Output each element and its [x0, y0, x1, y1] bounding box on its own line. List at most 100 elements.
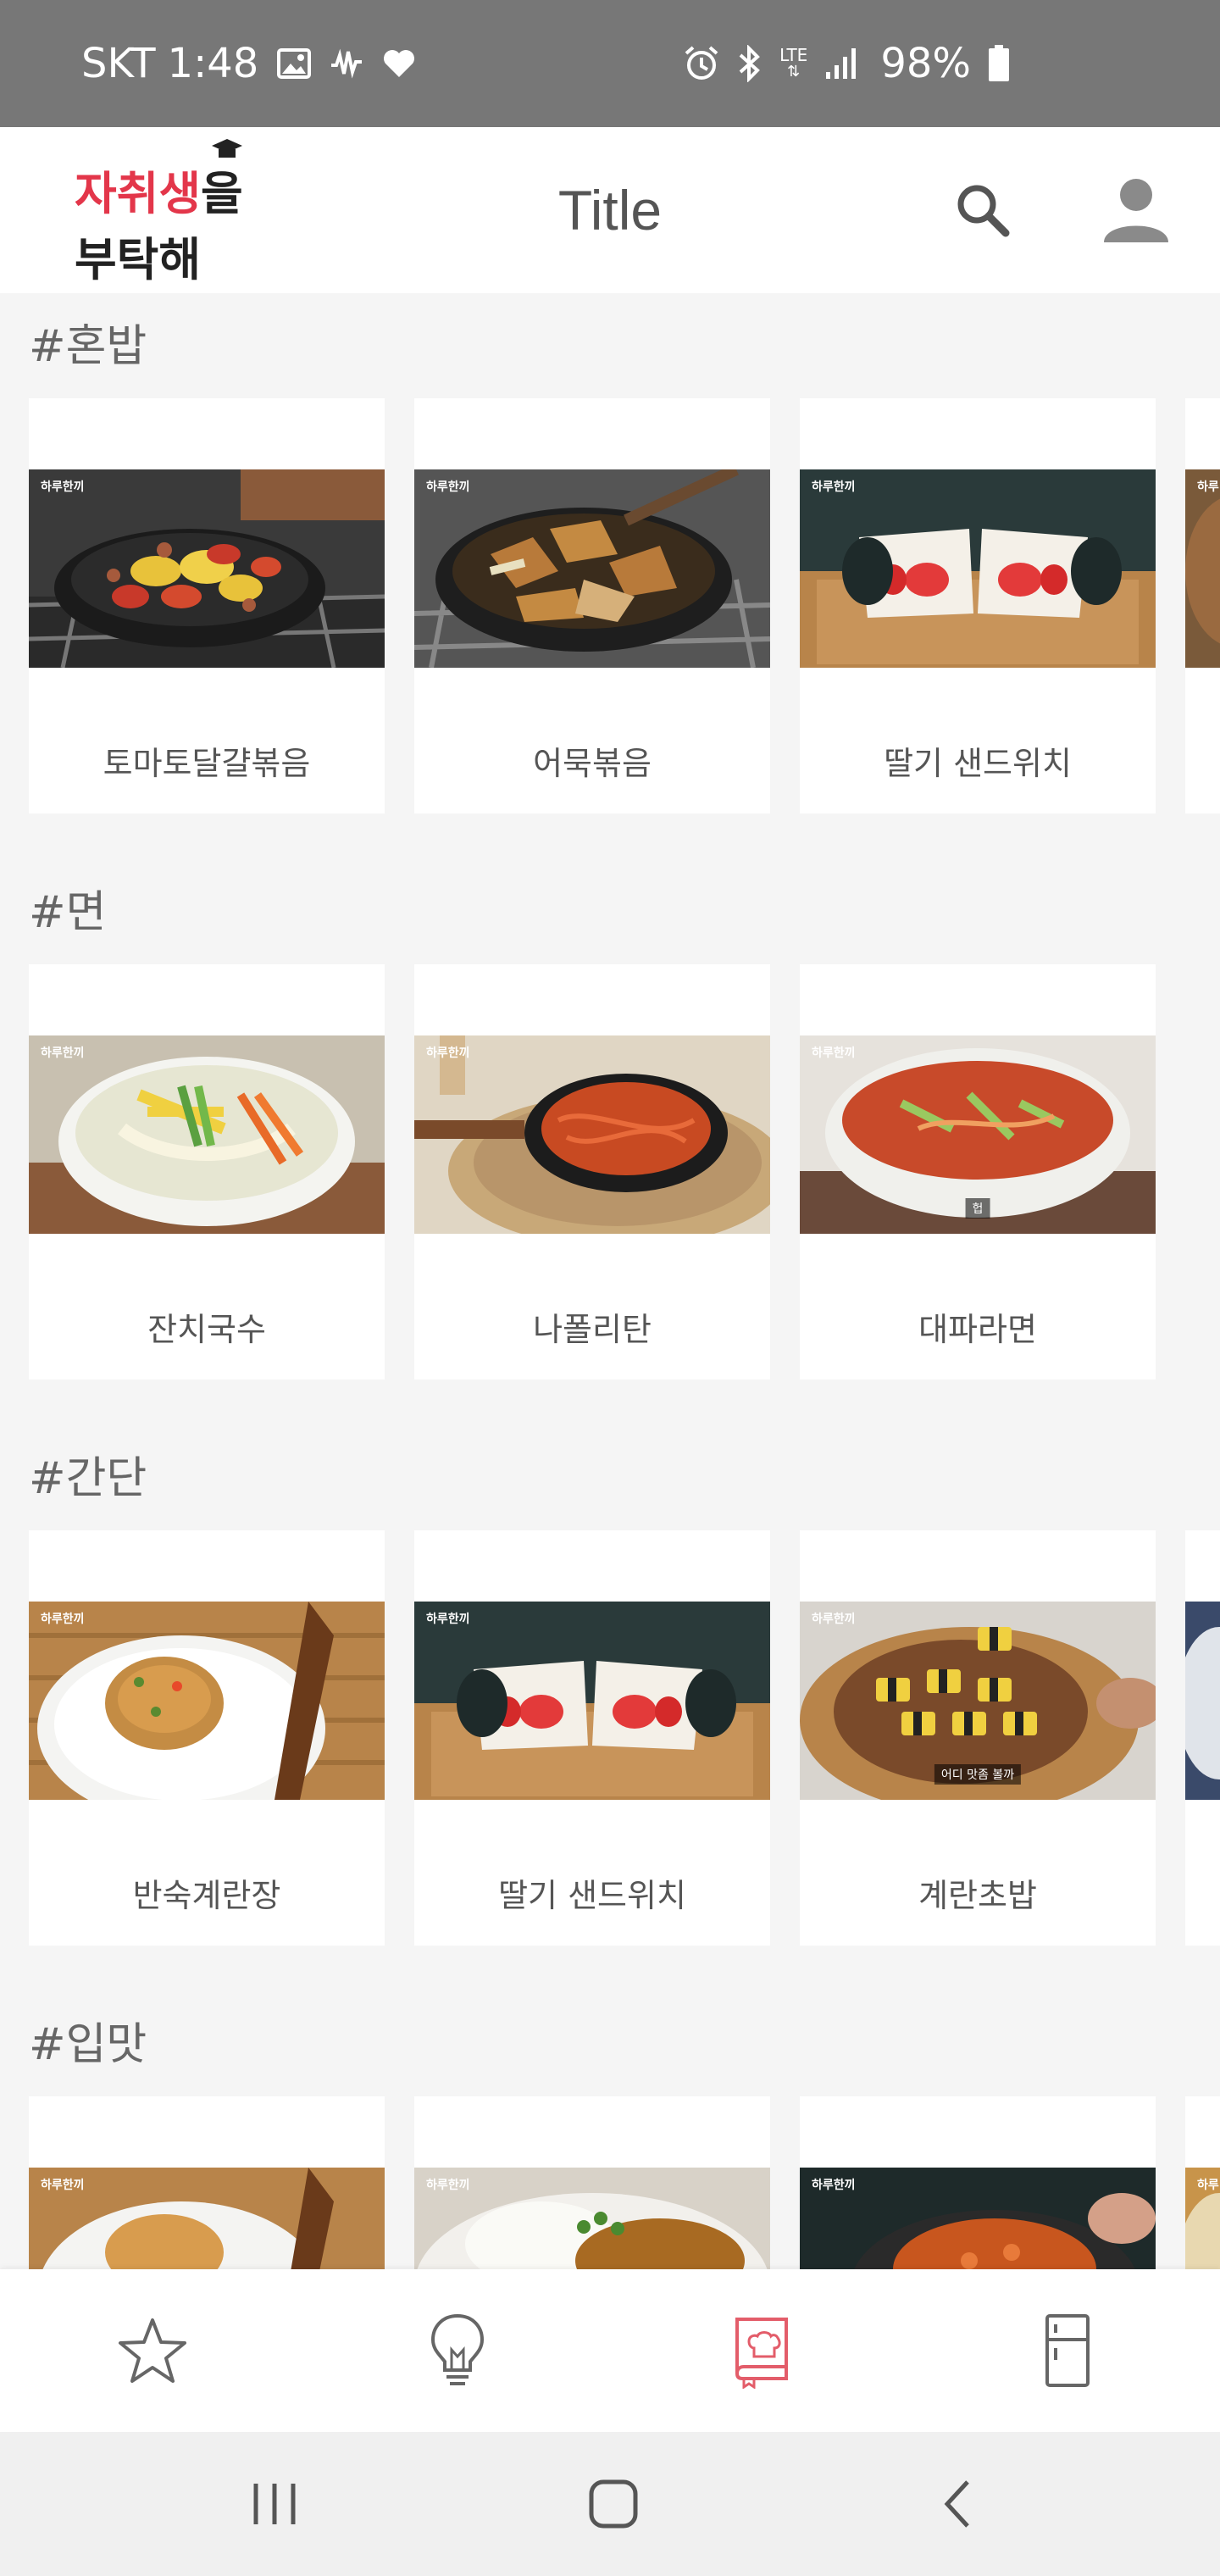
account-icon: [1104, 179, 1168, 242]
recipe-card[interactable]: 하루한끼: [29, 2096, 385, 2269]
nav-recipes[interactable]: [610, 2269, 915, 2432]
thumbnail-caption: 어디 맛좀 볼까: [934, 1764, 1022, 1785]
recipe-card[interactable]: 하루한끼 어묵볶음: [414, 398, 770, 813]
recipe-thumbnail: 하루한끼: [29, 2168, 385, 2269]
recipe-card[interactable]: 하루한끼: [414, 2096, 770, 2269]
recent-apps-button[interactable]: [190, 2432, 359, 2576]
home-icon: [589, 2479, 638, 2529]
battery-percent: 98%: [880, 40, 971, 87]
thumbnail-watermark: 하루: [1197, 480, 1219, 494]
thumbnail-watermark: 하루한끼: [426, 2179, 470, 2192]
recipe-thumbnail: 하루: [1185, 469, 1220, 668]
nav-tips[interactable]: [305, 2269, 610, 2432]
nav-refrigerator[interactable]: [915, 2269, 1220, 2432]
card-row[interactable]: 하루한끼 반숙계란장 하루한끼 딸기 샌드위치 하루한끼 어디 맛좀 볼까 계란…: [29, 1530, 1220, 1946]
recipe-card[interactable]: 하루한끼 딸기 샌드위치: [414, 1530, 770, 1946]
recipe-card[interactable]: 하루한끼 헙 대파라면: [800, 964, 1156, 1380]
home-button[interactable]: [529, 2432, 698, 2576]
recipe-card[interactable]: [1185, 1530, 1220, 1946]
card-row[interactable]: 하루한끼 하루한끼 하루한끼 하루: [29, 2096, 1220, 2269]
recipe-thumbnail: 하루한끼: [414, 469, 770, 668]
recipe-feed[interactable]: #혼밥 하루한끼 토마토달걀볶음 하루한끼 어묵볶음 하루한끼 딸기 샌드위치 …: [0, 293, 1220, 2269]
card-row[interactable]: 하루한끼 잔치국수 하루한끼 나폴리탄 하루한끼 헙 대파라면: [29, 964, 1220, 1380]
thumbnail-watermark: 하루한끼: [812, 1046, 856, 1060]
bottom-navigation: [0, 2269, 1220, 2432]
thumbnail-watermark: 하루한끼: [41, 480, 85, 494]
recipe-name: 계란초밥: [918, 1877, 1037, 1914]
recipe-card[interactable]: 하루: [1185, 398, 1220, 813]
section-title: #면: [29, 887, 107, 938]
search-button[interactable]: [949, 176, 1017, 244]
logo-text-line1: 자취생을: [75, 156, 243, 223]
battery-icon: [988, 45, 1010, 82]
section-simple: #간단 하루한끼 반숙계란장 하루한끼 딸기 샌드위치 하루한끼 어디 맛좀 볼…: [0, 1425, 1220, 1991]
recipe-card[interactable]: 하루: [1185, 2096, 1220, 2269]
recipe-thumbnail: 하루한끼: [29, 469, 385, 668]
recipe-thumbnail: [1185, 1602, 1220, 1800]
recent-apps-icon: [253, 2484, 296, 2524]
heart-icon: [382, 48, 416, 79]
card-row[interactable]: 하루한끼 토마토달걀볶음 하루한끼 어묵볶음 하루한끼 딸기 샌드위치 하루: [29, 398, 1220, 813]
logo-text-dark: 을: [201, 167, 243, 220]
section-honbap: #혼밥 하루한끼 토마토달걀볶음 하루한끼 어묵볶음 하루한끼 딸기 샌드위치 …: [0, 293, 1220, 859]
system-navigation-bar: [0, 2432, 1220, 2576]
page-title: Title: [557, 179, 663, 242]
recipe-book-icon: [735, 2318, 788, 2389]
bluetooth-icon: [737, 45, 762, 82]
recipe-name: 반숙계란장: [132, 1877, 281, 1914]
recipe-name: 어묵볶음: [533, 745, 652, 782]
section-title: #간단: [29, 1453, 147, 1504]
recipe-card[interactable]: 하루한끼 딸기 샌드위치: [800, 398, 1156, 813]
search-icon: [957, 185, 1010, 237]
thumbnail-watermark: 하루한끼: [812, 480, 856, 494]
account-button[interactable]: [1098, 168, 1174, 253]
thumbnail-watermark: 하루한끼: [812, 1613, 856, 1626]
clock: 1:48: [167, 40, 259, 87]
network-label: LTE: [779, 45, 808, 65]
recipe-name: 딸기 샌드위치: [884, 745, 1072, 782]
back-button[interactable]: [873, 2432, 1042, 2576]
refrigerator-icon: [1045, 2314, 1090, 2387]
recipe-thumbnail: 하루한끼: [29, 1035, 385, 1234]
thumbnail-watermark: 하루: [1197, 2179, 1219, 2192]
signal-wave-icon: [330, 48, 363, 79]
recipe-card[interactable]: 하루한끼 반숙계란장: [29, 1530, 385, 1946]
back-icon: [944, 2480, 969, 2528]
recipe-card[interactable]: 하루한끼 어디 맛좀 볼까 계란초밥: [800, 1530, 1156, 1946]
recipe-card[interactable]: 하루한끼 잔치국수: [29, 964, 385, 1380]
logo-text-red: 자취생: [75, 167, 202, 220]
status-left: SKT 1:48: [81, 0, 416, 127]
thumbnail-watermark: 하루한끼: [812, 2179, 856, 2192]
recipe-thumbnail: 하루한끼: [800, 2168, 1156, 2269]
section-appetite: #입맛 하루한끼 하루한끼 하루한끼 하루: [0, 1991, 1220, 2269]
image-icon: [277, 48, 312, 79]
lightbulb-icon: [430, 2313, 485, 2385]
thumbnail-watermark: 하루한끼: [426, 480, 470, 494]
lte-icon: LTE ⇅: [779, 45, 808, 80]
recipe-thumbnail: 하루한끼 어디 맛좀 볼까: [800, 1602, 1156, 1800]
status-right: LTE ⇅ 98%: [683, 0, 1010, 127]
recipe-thumbnail: 하루한끼: [414, 1035, 770, 1234]
thumbnail-watermark: 하루한끼: [426, 1613, 470, 1626]
recipe-card[interactable]: 하루한끼: [800, 2096, 1156, 2269]
signal-bars-icon: [824, 47, 858, 80]
recipe-thumbnail: 하루한끼: [29, 1602, 385, 1800]
thumbnail-caption: 헙: [965, 1198, 990, 1219]
app-logo[interactable]: 자취생을 부탁해: [75, 137, 252, 290]
recipe-thumbnail: 하루한끼: [800, 469, 1156, 668]
recipe-name: 잔치국수: [147, 1311, 266, 1348]
section-title: #입맛: [29, 2019, 147, 2070]
section-title: #혼밥: [29, 321, 147, 372]
thumbnail-watermark: 하루한끼: [41, 2179, 85, 2192]
status-bar: SKT 1:48 LTE ⇅ 98%: [0, 0, 1220, 127]
recipe-thumbnail: 하루한끼 헙: [800, 1035, 1156, 1234]
thumbnail-watermark: 하루한끼: [41, 1613, 85, 1626]
carrier: SKT: [81, 40, 156, 87]
recipe-name: 토마토달걀볶음: [103, 745, 311, 782]
thumbnail-watermark: 하루한끼: [426, 1046, 470, 1060]
recipe-thumbnail: 하루한끼: [414, 1602, 770, 1800]
section-noodles: #면 하루한끼 잔치국수 하루한끼 나폴리탄 하루한끼 헙 대파라면: [0, 859, 1220, 1425]
recipe-card[interactable]: 하루한끼 나폴리탄: [414, 964, 770, 1380]
recipe-card[interactable]: 하루한끼 토마토달걀볶음: [29, 398, 385, 813]
nav-favorites[interactable]: [0, 2269, 305, 2432]
